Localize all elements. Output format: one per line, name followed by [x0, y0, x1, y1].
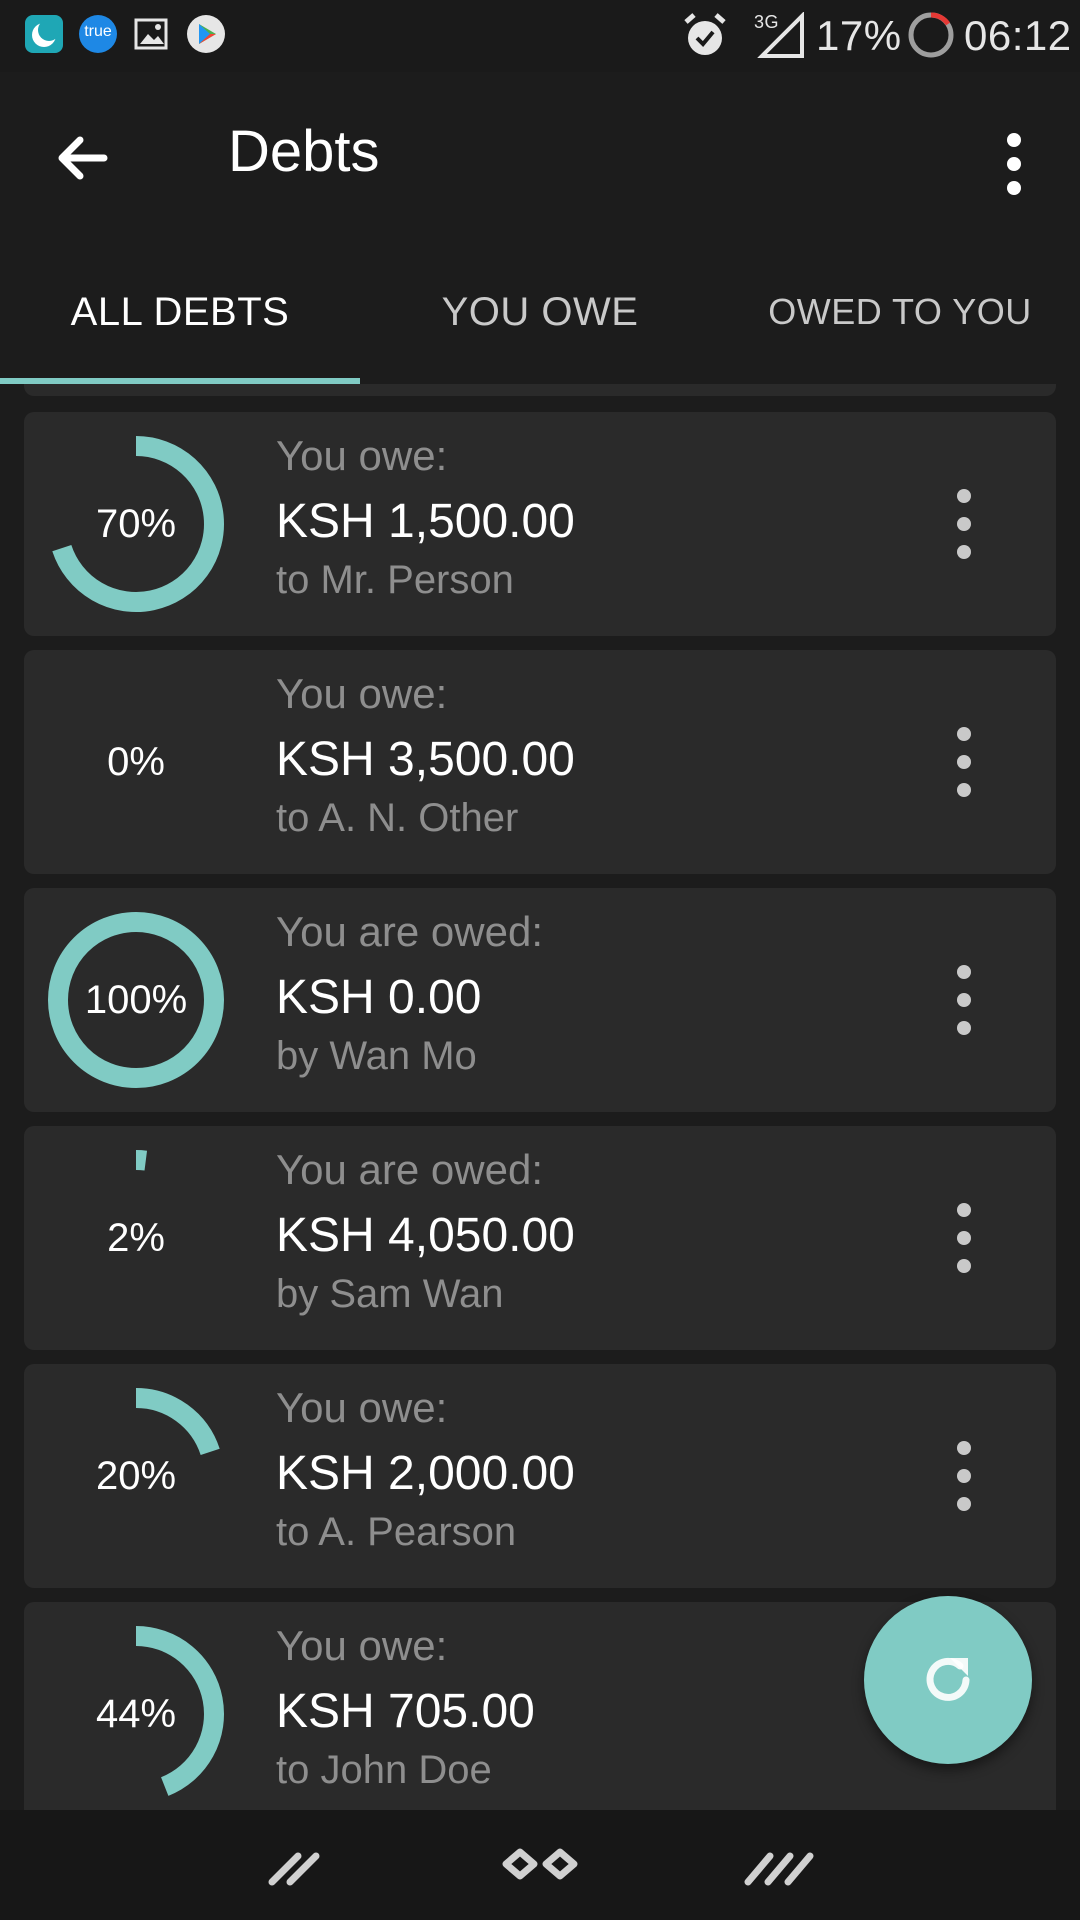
page-title: Debts — [228, 119, 380, 184]
debt-direction-label: You owe: — [276, 432, 448, 479]
nav-back-button[interactable] — [250, 1832, 346, 1896]
progress-percent: 20% — [95, 1453, 177, 1498]
debt-party: by Sam Wan — [276, 1272, 504, 1316]
true-app-icon: true — [78, 14, 118, 54]
card-menu-button[interactable] — [944, 1200, 984, 1276]
status-time: 06:12 — [964, 12, 1072, 59]
more-vert-icon — [1007, 133, 1021, 195]
debt-party: to John Doe — [276, 1748, 492, 1792]
nav-back-icon — [268, 1852, 320, 1886]
network-type: 3G — [754, 12, 780, 32]
alarm-icon — [684, 13, 726, 55]
progress-percent: 44% — [95, 1691, 177, 1736]
debt-direction-label: You owe: — [276, 1622, 448, 1669]
nav-home-button[interactable] — [492, 1832, 588, 1896]
debt-party: to Mr. Person — [276, 558, 514, 602]
nav-home-icon — [502, 1848, 578, 1880]
debt-amount: KSH 1,500.00 — [276, 495, 575, 548]
debt-list[interactable]: 70% You owe: KSH 1,500.00 to Mr. Person … — [0, 384, 1080, 1810]
debt-amount: KSH 0.00 — [276, 971, 482, 1024]
back-button[interactable] — [40, 114, 128, 202]
refresh-icon — [926, 1657, 970, 1701]
refresh-fab[interactable] — [864, 1596, 1032, 1764]
debts-screen: true 3G 17% 06:12 Debts ALL DEBTS YOU OW… — [0, 0, 1080, 1920]
more-vert-icon — [957, 727, 971, 797]
debt-card[interactable]: 2% You are owed: KSH 4,050.00 by Sam Wan — [24, 1126, 1056, 1350]
true-app-label: true — [84, 23, 112, 40]
previous-card-edge — [24, 384, 1056, 396]
status-bar: true 3G 17% 06:12 — [0, 0, 1080, 72]
battery-ring-icon — [908, 12, 954, 58]
nav-recents-icon — [744, 1852, 814, 1886]
progress-percent: 2% — [107, 1215, 165, 1260]
image-icon — [134, 18, 168, 50]
debt-party: to A. Pearson — [276, 1510, 517, 1554]
debt-direction-label: You owe: — [276, 670, 448, 717]
more-vert-icon — [957, 1203, 971, 1273]
debt-amount: KSH 705.00 — [276, 1685, 535, 1738]
debt-direction-label: You are owed: — [276, 1146, 543, 1193]
progress-percent: 100% — [84, 977, 188, 1022]
arrow-back-icon — [58, 136, 108, 180]
debt-party: to A. N. Other — [276, 796, 519, 840]
card-menu-button[interactable] — [944, 962, 984, 1038]
card-menu-button[interactable] — [944, 486, 984, 562]
more-vert-icon — [957, 489, 971, 559]
app-bar: Debts — [0, 72, 1080, 240]
debt-card[interactable]: 20% You owe: KSH 2,000.00 to A. Pearson — [24, 1364, 1056, 1588]
debt-card[interactable]: 100% You are owed: KSH 0.00 by Wan Mo — [24, 888, 1056, 1112]
debt-card[interactable]: 70% You owe: KSH 1,500.00 to Mr. Person — [24, 412, 1056, 636]
moon-app-icon — [25, 15, 63, 53]
debt-party: by Wan Mo — [276, 1034, 477, 1078]
debt-amount: KSH 4,050.00 — [276, 1209, 575, 1262]
tab-bar: ALL DEBTS YOU OWE OWED TO YOU — [0, 240, 1080, 384]
more-vert-icon — [957, 1441, 971, 1511]
nav-recents-button[interactable] — [734, 1832, 830, 1896]
overflow-menu-button[interactable] — [986, 124, 1042, 204]
progress-percent: 70% — [95, 501, 177, 546]
battery-percent: 17% — [816, 12, 902, 59]
play-store-icon — [187, 15, 225, 53]
tab-owed-to-you[interactable]: OWED TO YOU — [720, 240, 1080, 384]
card-menu-button[interactable] — [944, 724, 984, 800]
debt-card[interactable]: 0% You owe: KSH 3,500.00 to A. N. Other — [24, 650, 1056, 874]
debt-amount: KSH 3,500.00 — [276, 733, 575, 786]
debt-direction-label: You owe: — [276, 1384, 448, 1431]
system-nav-bar — [0, 1810, 1080, 1920]
more-vert-icon — [957, 965, 971, 1035]
tab-all-debts[interactable]: ALL DEBTS — [0, 240, 360, 384]
tab-you-owe[interactable]: YOU OWE — [360, 240, 720, 384]
progress-percent: 0% — [107, 739, 165, 784]
debt-amount: KSH 2,000.00 — [276, 1447, 575, 1500]
card-menu-button[interactable] — [944, 1438, 984, 1514]
debt-direction-label: You are owed: — [276, 908, 543, 955]
